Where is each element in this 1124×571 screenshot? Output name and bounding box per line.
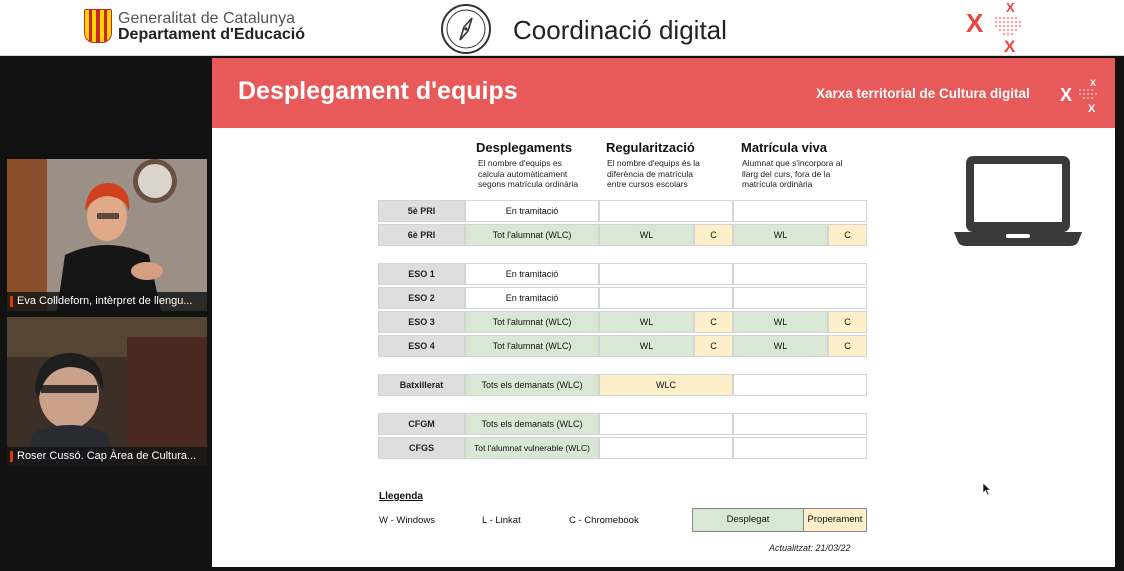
deploy-cell: En tramitació — [465, 263, 599, 285]
slide-header: Desplegament d'equips Xarxa territorial … — [212, 58, 1115, 128]
participant-video-feed — [7, 159, 207, 311]
column-desc-live-enrollment: Alumnat que s'incorpora al llarg del cur… — [742, 158, 843, 189]
svg-text:X: X — [1090, 78, 1096, 88]
deploy-cell: En tramitació — [465, 200, 599, 222]
column-title-deployments: Desplegaments — [476, 140, 573, 155]
regularization-cell: WL — [599, 311, 694, 333]
org-name-line1: Generalitat de Catalunya — [118, 10, 295, 27]
column-title-regularization: Regularització — [606, 140, 695, 155]
live-enrollment-cell: WL — [733, 335, 828, 357]
live-enrollment-cell — [733, 287, 867, 309]
regularization-c-cell: C — [694, 311, 733, 333]
slide-subtitle: Xarxa territorial de Cultura digital — [816, 86, 1030, 101]
shared-slide: Desplegament d'equips Xarxa territorial … — [212, 58, 1115, 567]
row-label: 5è PRI — [378, 200, 465, 222]
participant-name: Eva Colldeforn, intèrpret de llengu... — [7, 292, 207, 311]
row-label: Batxillerat — [378, 374, 465, 396]
svg-text:X: X — [1004, 37, 1016, 54]
live-enrollment-c-cell: C — [828, 224, 867, 246]
row-label: ESO 3 — [378, 311, 465, 333]
regularization-cell — [599, 413, 733, 435]
legend-item-chromebook: C - Chromebook — [569, 515, 639, 526]
banner-title: Coordinació digital — [513, 15, 727, 45]
live-enrollment-cell: WL — [733, 311, 828, 333]
deploy-cell: Tots els demanats (WLC) — [465, 374, 599, 396]
column-desc-regularization: El nombre d'equips és la diferència de m… — [607, 158, 700, 189]
regularization-cell: WL — [599, 224, 694, 246]
xarxa-x-logo-icon: X X X — [966, 0, 1022, 54]
regularization-cell: WL — [599, 335, 694, 357]
deploy-cell: Tot l'alumnat (WLC) — [465, 335, 599, 357]
row-label: ESO 4 — [378, 335, 465, 357]
deploy-cell: Tot l'alumnat (WLC) — [465, 311, 599, 333]
mouse-cursor-icon — [982, 482, 992, 496]
legend-deployed: Desplegat — [692, 508, 804, 532]
row-label: ESO 2 — [378, 287, 465, 309]
live-enrollment-cell — [733, 263, 867, 285]
org-name-line2: Departament d'Educació — [118, 26, 305, 43]
regularization-cell — [599, 437, 733, 459]
deploy-cell: Tot l'alumnat vulnerable (WLC) — [465, 437, 599, 459]
regularization-cell — [599, 287, 733, 309]
row-label: CFGS — [378, 437, 465, 459]
legend-upcoming: Properament — [803, 508, 867, 532]
participant-video-tile[interactable]: Roser Cussó. Cap Àrea de Cultura... — [7, 317, 207, 466]
live-enrollment-c-cell: C — [828, 311, 867, 333]
regularization-cell — [599, 263, 733, 285]
regularization-c-cell: C — [694, 224, 733, 246]
svg-text:X: X — [1088, 103, 1096, 114]
deploy-cell: Tot l'alumnat (WLC) — [465, 224, 599, 246]
participant-video-feed — [7, 317, 207, 466]
live-enrollment-cell — [733, 374, 867, 396]
updated-date: Actualitzat: 21/03/22 — [769, 543, 851, 553]
legend-item-linkat: L - Linkat — [482, 515, 521, 526]
regularization-cell: WLC — [599, 374, 733, 396]
row-label: CFGM — [378, 413, 465, 435]
svg-text:X: X — [966, 8, 984, 38]
meeting-window: Generalitat de Catalunya Departament d'E… — [0, 0, 1124, 571]
deploy-cell: En tramitació — [465, 287, 599, 309]
live-enrollment-cell — [733, 413, 867, 435]
live-enrollment-cell — [733, 437, 867, 459]
regularization-cell — [599, 200, 733, 222]
svg-text:X: X — [1006, 0, 1015, 15]
participant-video-tile[interactable]: Eva Colldeforn, intèrpret de llengu... — [7, 159, 207, 311]
xarxa-x-logo-icon: X X X — [1060, 78, 1097, 114]
laptop-icon — [954, 156, 1082, 246]
row-label: ESO 1 — [378, 263, 465, 285]
participant-name: Roser Cussó. Cap Àrea de Cultura... — [7, 447, 207, 466]
column-desc-deployments: El nombre d'equips es calcula automàtica… — [478, 158, 579, 189]
live-enrollment-cell — [733, 200, 867, 222]
slide-title: Desplegament d'equips — [238, 77, 518, 105]
live-enrollment-cell: WL — [733, 224, 828, 246]
svg-text:X: X — [1060, 85, 1072, 105]
column-title-live-enrollment: Matrícula viva — [741, 140, 827, 155]
deploy-cell: Tots els demanats (WLC) — [465, 413, 599, 435]
generalitat-flag-icon — [84, 9, 112, 43]
live-enrollment-c-cell: C — [828, 335, 867, 357]
row-label: 6è PRI — [378, 224, 465, 246]
top-banner: Generalitat de Catalunya Departament d'E… — [0, 0, 1124, 56]
regularization-c-cell: C — [694, 335, 733, 357]
compass-icon — [441, 4, 491, 54]
legend-title: Llegenda — [379, 491, 423, 502]
legend-item-windows: W - Windows — [379, 515, 435, 526]
